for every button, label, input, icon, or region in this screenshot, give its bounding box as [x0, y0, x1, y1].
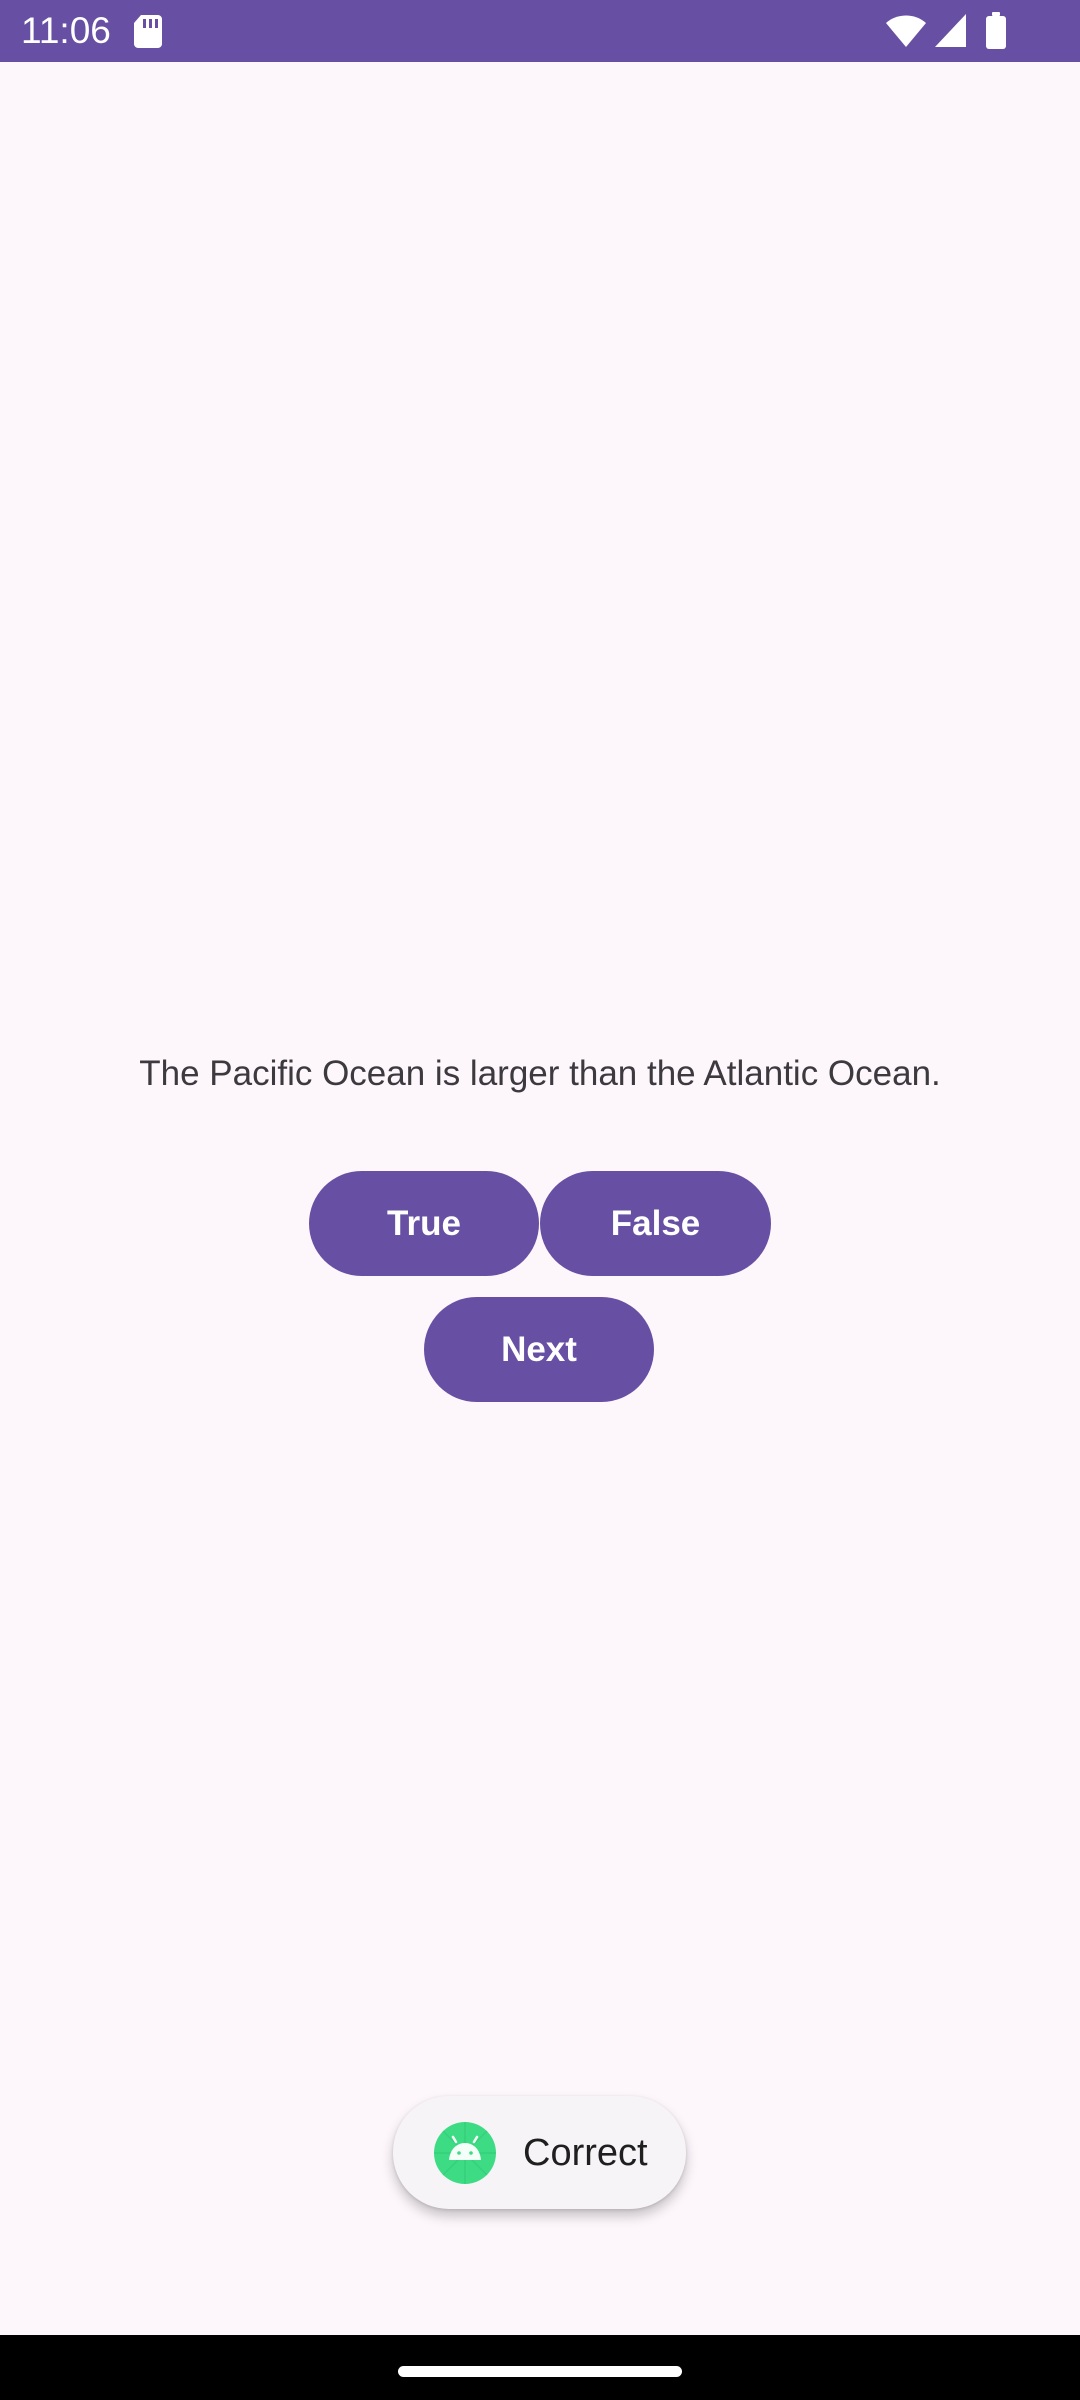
- quiz-screen: 11:06 The Pacific Ocean is larger than t…: [0, 0, 1080, 2400]
- wifi-icon: [886, 15, 926, 47]
- true-button[interactable]: True: [309, 1171, 539, 1276]
- status-bar: 11:06: [0, 0, 1080, 62]
- toast-message: Correct: [523, 2132, 648, 2174]
- correct-toast: Correct: [393, 2096, 686, 2209]
- false-button[interactable]: False: [540, 1171, 771, 1276]
- battery-icon: [986, 12, 1006, 49]
- sd-card-icon: [134, 15, 162, 48]
- android-app-icon: [434, 2122, 496, 2184]
- cellular-signal-icon: [935, 14, 966, 47]
- home-indicator[interactable]: [398, 2366, 682, 2377]
- question-text: The Pacific Ocean is larger than the Atl…: [139, 1054, 941, 1093]
- next-button[interactable]: Next: [424, 1297, 654, 1402]
- status-time: 11:06: [21, 10, 111, 51]
- system-navigation-bar: [0, 2335, 1080, 2400]
